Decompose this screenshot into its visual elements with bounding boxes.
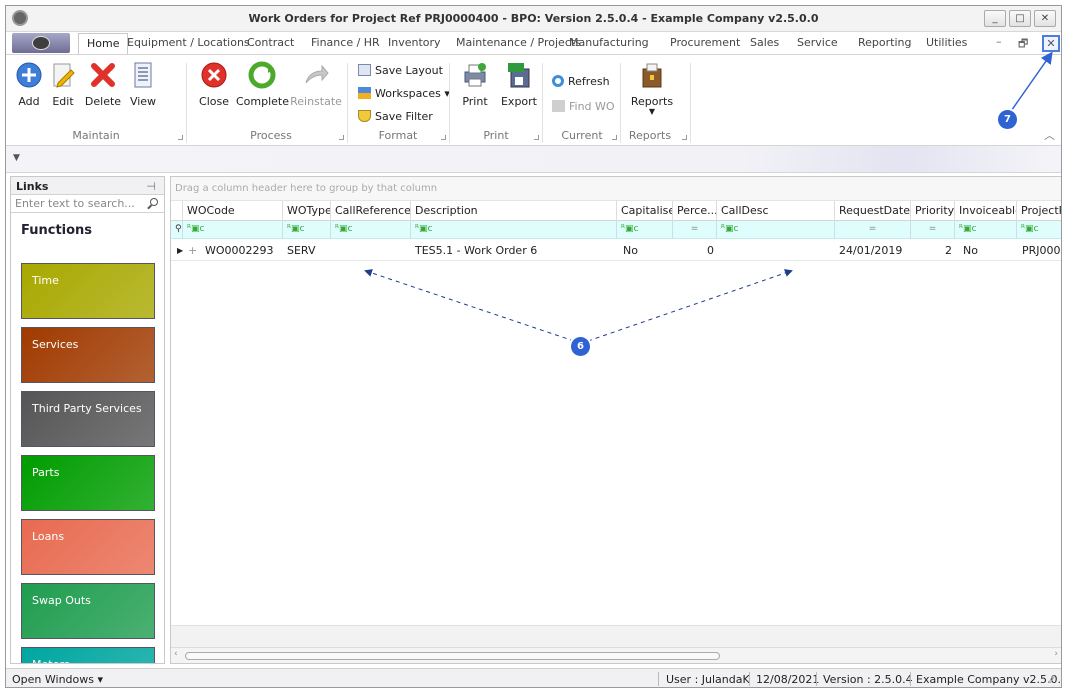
annotation-arrow [587,269,793,342]
status-bar: Open Windows ▾ User : JulandaK 12/08/202… [6,668,1062,687]
annotation-arrow [364,269,575,342]
status-user: User : JulandaK [666,673,750,686]
open-windows-dropdown[interactable]: Open Windows ▾ [12,673,103,686]
annotation-badge-6: 6 [571,337,590,356]
status-version: Version : 2.5.0.4 [823,673,913,686]
status-divider [658,672,659,686]
status-divider [910,672,911,686]
status-divider [749,672,750,686]
annotation-badge-7: 7 [998,110,1017,129]
status-divider [816,672,817,686]
annotation-arrow [1008,51,1053,115]
app-window: Work Orders for Project Ref PRJ0000400 -… [5,5,1062,688]
resize-grip-icon[interactable]: ⁄⁄ [1050,673,1054,686]
annotation-overlay [364,51,1053,342]
status-date: 12/08/2021 [756,673,820,686]
status-company: Example Company v2.5.0.0 [916,673,1062,686]
